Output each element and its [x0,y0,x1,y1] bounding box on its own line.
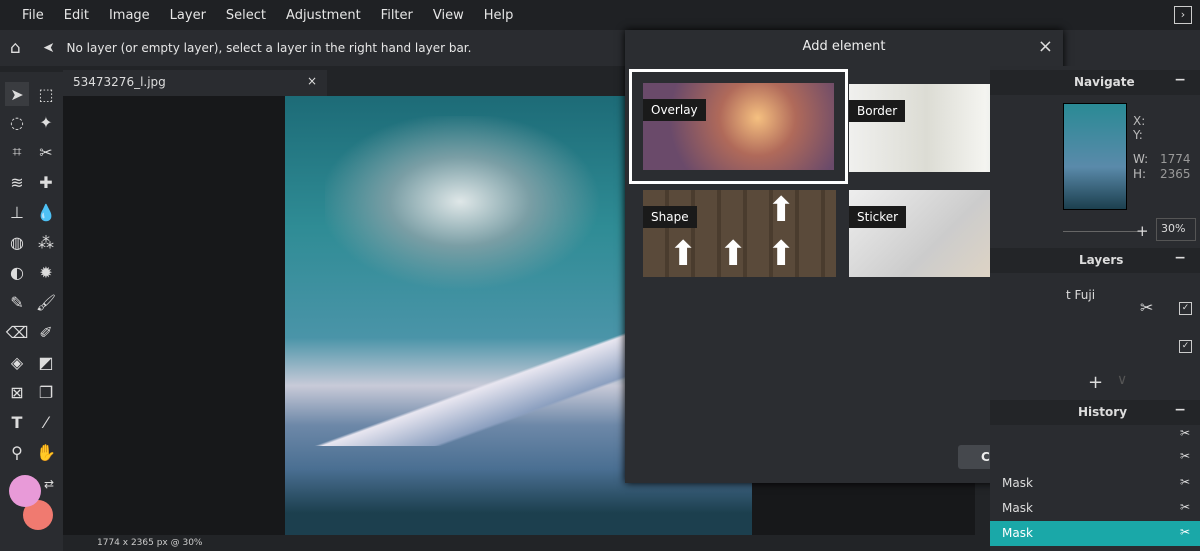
tile-overlay[interactable]: Overlay [629,69,848,184]
history-scissors-icon[interactable]: ✂ [1180,449,1190,463]
layer-visibility-checkbox[interactable]: ✓ [1179,340,1192,353]
menu-filter[interactable]: Filter [371,8,423,23]
move-tool-icon[interactable]: ➤ [5,82,29,106]
layer-visibility-checkbox[interactable]: ✓ [1179,302,1192,315]
menu-adjustment[interactable]: Adjustment [276,8,371,23]
primary-color-swatch[interactable] [9,475,41,507]
dodge-icon[interactable]: ◐ [5,260,29,284]
zoom-icon[interactable]: ⚲ [5,440,29,464]
layers-header[interactable]: Layers − [990,248,1200,273]
fullscreen-icon[interactable]: › [1174,6,1192,24]
history-scissors-icon[interactable]: ✂ [1180,426,1190,440]
add-layer-icon[interactable]: + [1088,372,1103,393]
swap-colors-icon[interactable]: ⇄ [44,477,54,491]
paint-bucket-icon[interactable]: ◈ [5,350,29,374]
sharpen-icon[interactable]: ✹ [34,260,58,284]
liquify-icon[interactable]: ≋ [5,170,29,194]
pencil-icon[interactable]: ✎ [5,290,29,314]
scissors-icon: ✂ [1179,500,1190,514]
text-tool-icon[interactable]: T [5,410,29,434]
status-bar: 1774 x 2365 px @ 30% [63,535,975,551]
blur-icon[interactable]: ⁂ [34,230,58,254]
zoom-in-icon[interactable]: + [1136,222,1149,240]
eraser-icon[interactable]: ⌫ [5,320,29,344]
scissors-icon[interactable]: ✂ [34,140,58,164]
stamp-icon[interactable]: ⊥ [5,200,29,224]
menu-image[interactable]: Image [99,8,160,23]
navigate-header[interactable]: Navigate − [990,70,1200,95]
tile-label: Shape [643,206,697,228]
scissors-icon: ✂ [1179,475,1190,489]
collapse-icon[interactable]: − [1174,72,1186,88]
history-item-selected[interactable]: Mask ✂ [990,521,1200,546]
drop-icon[interactable]: 💧 [34,200,58,224]
crop-icon[interactable]: ⌗ [5,140,29,164]
color-replace-icon[interactable]: ✐ [34,320,58,344]
dialog-title: Add element [802,39,886,54]
document-tab-title: 53473276_l.jpg [73,75,166,89]
status-message: No layer (or empty layer), select a laye… [66,41,472,55]
scissors-icon: ✂ [1179,525,1190,539]
menu-view[interactable]: View [423,8,474,23]
lasso-icon[interactable]: ◌ [5,110,29,134]
close-tab-icon[interactable]: × [307,74,317,88]
pointer-icon: ➤ [42,40,55,56]
document-tab[interactable]: 53473276_l.jpg × [63,70,327,96]
history-item[interactable]: Mask ✂ [990,471,1200,496]
history-item[interactable]: Mask ✂ [990,496,1200,521]
menu-select[interactable]: Select [216,8,276,23]
x-label: X: [1133,114,1146,128]
sponge-icon[interactable]: ◍ [5,230,29,254]
bandage-icon[interactable]: ✚ [34,170,58,194]
zoom-input[interactable]: 30% [1156,218,1196,241]
shape-icon[interactable]: ⊠ [5,380,29,404]
collapse-icon[interactable]: − [1174,250,1186,266]
eyedropper-icon[interactable]: ⁄ [34,410,58,434]
tile-shape[interactable]: Shape ⬆ ⬆ ⬆ ⬆ [643,190,836,277]
tools-panel: ➤ ⬚ ◌ ✦ ⌗ ✂ ≋ ✚ ⊥ 💧 ◍ ⁂ ◐ ✹ ✎ 🖌 ⌫ ✐ ◈ ◩ … [0,72,63,551]
tile-label: Overlay [643,99,706,121]
hand-icon[interactable]: ✋ [34,440,58,464]
magic-wand-icon[interactable]: ✦ [34,110,58,134]
height-value: 2365 [1160,167,1191,181]
menu-edit[interactable]: Edit [54,8,99,23]
mask-scissors-icon[interactable]: ✂ [1140,298,1153,317]
collapse-icon[interactable]: − [1174,402,1186,418]
right-panel: Navigate − X: Y: W: 1774 H: 2365 + 30% La… [990,66,1200,551]
menu-bar: File Edit Image Layer Select Adjustment … [0,0,1200,30]
shark-shape [325,116,625,306]
navigator-thumbnail[interactable] [1063,103,1127,210]
layer-name[interactable]: t Fuji [1066,288,1095,302]
move-layer-down-icon[interactable]: ∨ [1117,372,1127,388]
y-label: Y: [1133,128,1143,142]
dialog-close-icon[interactable]: × [1038,36,1053,57]
add-element-icon[interactable]: ❐ [34,380,58,404]
history-header[interactable]: History − [990,400,1200,425]
menu-help[interactable]: Help [474,8,524,23]
menu-layer[interactable]: Layer [160,8,216,23]
w-label: W: [1133,152,1149,166]
panel-title: Layers [1079,253,1124,267]
panel-title: History [1078,405,1128,419]
tile-label: Sticker [849,206,907,228]
brush-icon[interactable]: 🖌 [34,290,58,314]
tile-label: Border [849,100,906,122]
home-icon[interactable]: ⌂ [10,38,21,58]
gradient-icon[interactable]: ◩ [34,350,58,374]
width-value: 1774 [1160,152,1191,166]
h-label: H: [1133,167,1147,181]
menu-file[interactable]: File [12,8,54,23]
zoom-slider[interactable] [1063,231,1138,232]
marquee-select-icon[interactable]: ⬚ [34,82,58,106]
panel-title: Navigate [1074,75,1135,89]
